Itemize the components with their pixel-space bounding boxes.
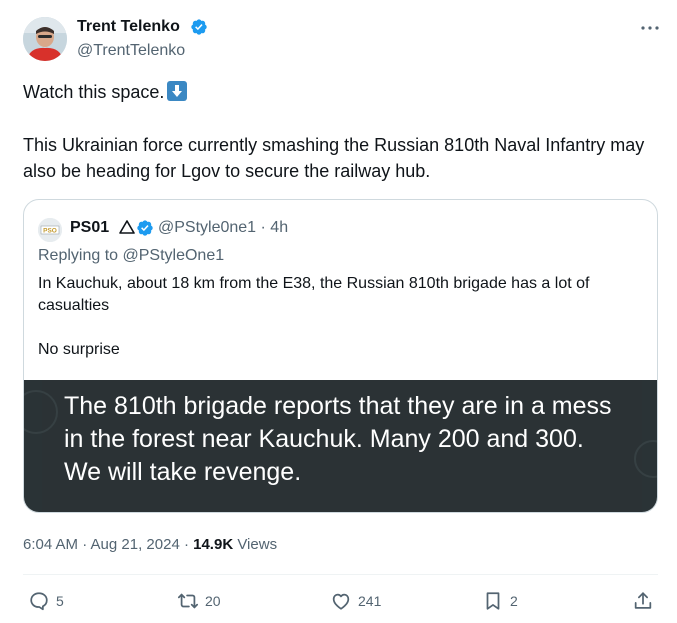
views-label: Views xyxy=(233,536,278,553)
down-arrow-emoji-icon xyxy=(167,81,188,101)
tweet-timestamp[interactable]: 6:04 AM · Aug 21, 2024 · xyxy=(23,536,193,553)
verified-badge-icon xyxy=(191,19,207,35)
quoted-tweet-text: In Kauchuk, about 18 km from the E38, th… xyxy=(38,275,590,358)
quoted-author-avatar[interactable]: PSO xyxy=(38,218,62,242)
quoted-avatar-logo-text: PSO xyxy=(43,227,57,234)
author-name[interactable]: Trent Telenko xyxy=(77,17,180,37)
more-dots-icon xyxy=(641,26,659,30)
warning-triangle-icon xyxy=(119,220,135,234)
tweet: Trent Telenko @TrentTelenko Watch this s… xyxy=(0,0,677,623)
share-button[interactable] xyxy=(632,588,654,614)
quoted-tweet-image[interactable]: The 810th brigade reports that they are … xyxy=(24,380,657,512)
author-avatar[interactable] xyxy=(23,17,67,61)
replying-to-mention[interactable]: @PStyleOne1 xyxy=(123,247,225,264)
bookmark-button[interactable]: 2 xyxy=(482,588,518,614)
share-icon xyxy=(634,592,652,609)
views-count: 14.9K xyxy=(193,536,234,553)
repost-count: 20 xyxy=(205,593,221,609)
repost-button[interactable]: 20 xyxy=(177,588,221,614)
repost-icon xyxy=(177,593,199,609)
reply-count: 5 xyxy=(56,593,64,609)
like-count: 241 xyxy=(358,593,382,609)
tweet-text-body: This Ukrainian force currently smashing … xyxy=(23,135,645,181)
more-options-button[interactable] xyxy=(638,16,662,40)
heart-icon xyxy=(332,593,350,610)
image-caption-text: The 810th brigade reports that they are … xyxy=(64,392,612,486)
divider xyxy=(23,574,658,575)
bookmark-count: 2 xyxy=(510,593,518,609)
tweet-text-line1: Watch this space. xyxy=(23,80,188,104)
tweet-meta: 6:04 AM · Aug 21, 2024 · 14.9K Views xyxy=(23,535,277,555)
replying-to-line: Replying to @PStyleOne1 xyxy=(38,246,224,266)
reply-button[interactable]: 5 xyxy=(28,588,64,614)
reply-icon xyxy=(30,592,48,611)
replying-to-label: Replying to xyxy=(38,247,123,264)
author-handle[interactable]: @TrentTelenko xyxy=(77,41,185,61)
tweet-text-watch: Watch this space. xyxy=(23,82,165,102)
bookmark-icon xyxy=(486,592,500,610)
like-button[interactable]: 241 xyxy=(330,588,381,614)
quoted-tweet[interactable]: PSO PS01 @PStyle0ne1 · 4h Replying to @P… xyxy=(23,199,658,513)
quoted-verified-badge-icon xyxy=(137,220,153,236)
quoted-author-handle-time[interactable]: @PStyle0ne1 · 4h xyxy=(158,218,288,238)
quoted-author-name[interactable]: PS01 xyxy=(70,218,109,238)
